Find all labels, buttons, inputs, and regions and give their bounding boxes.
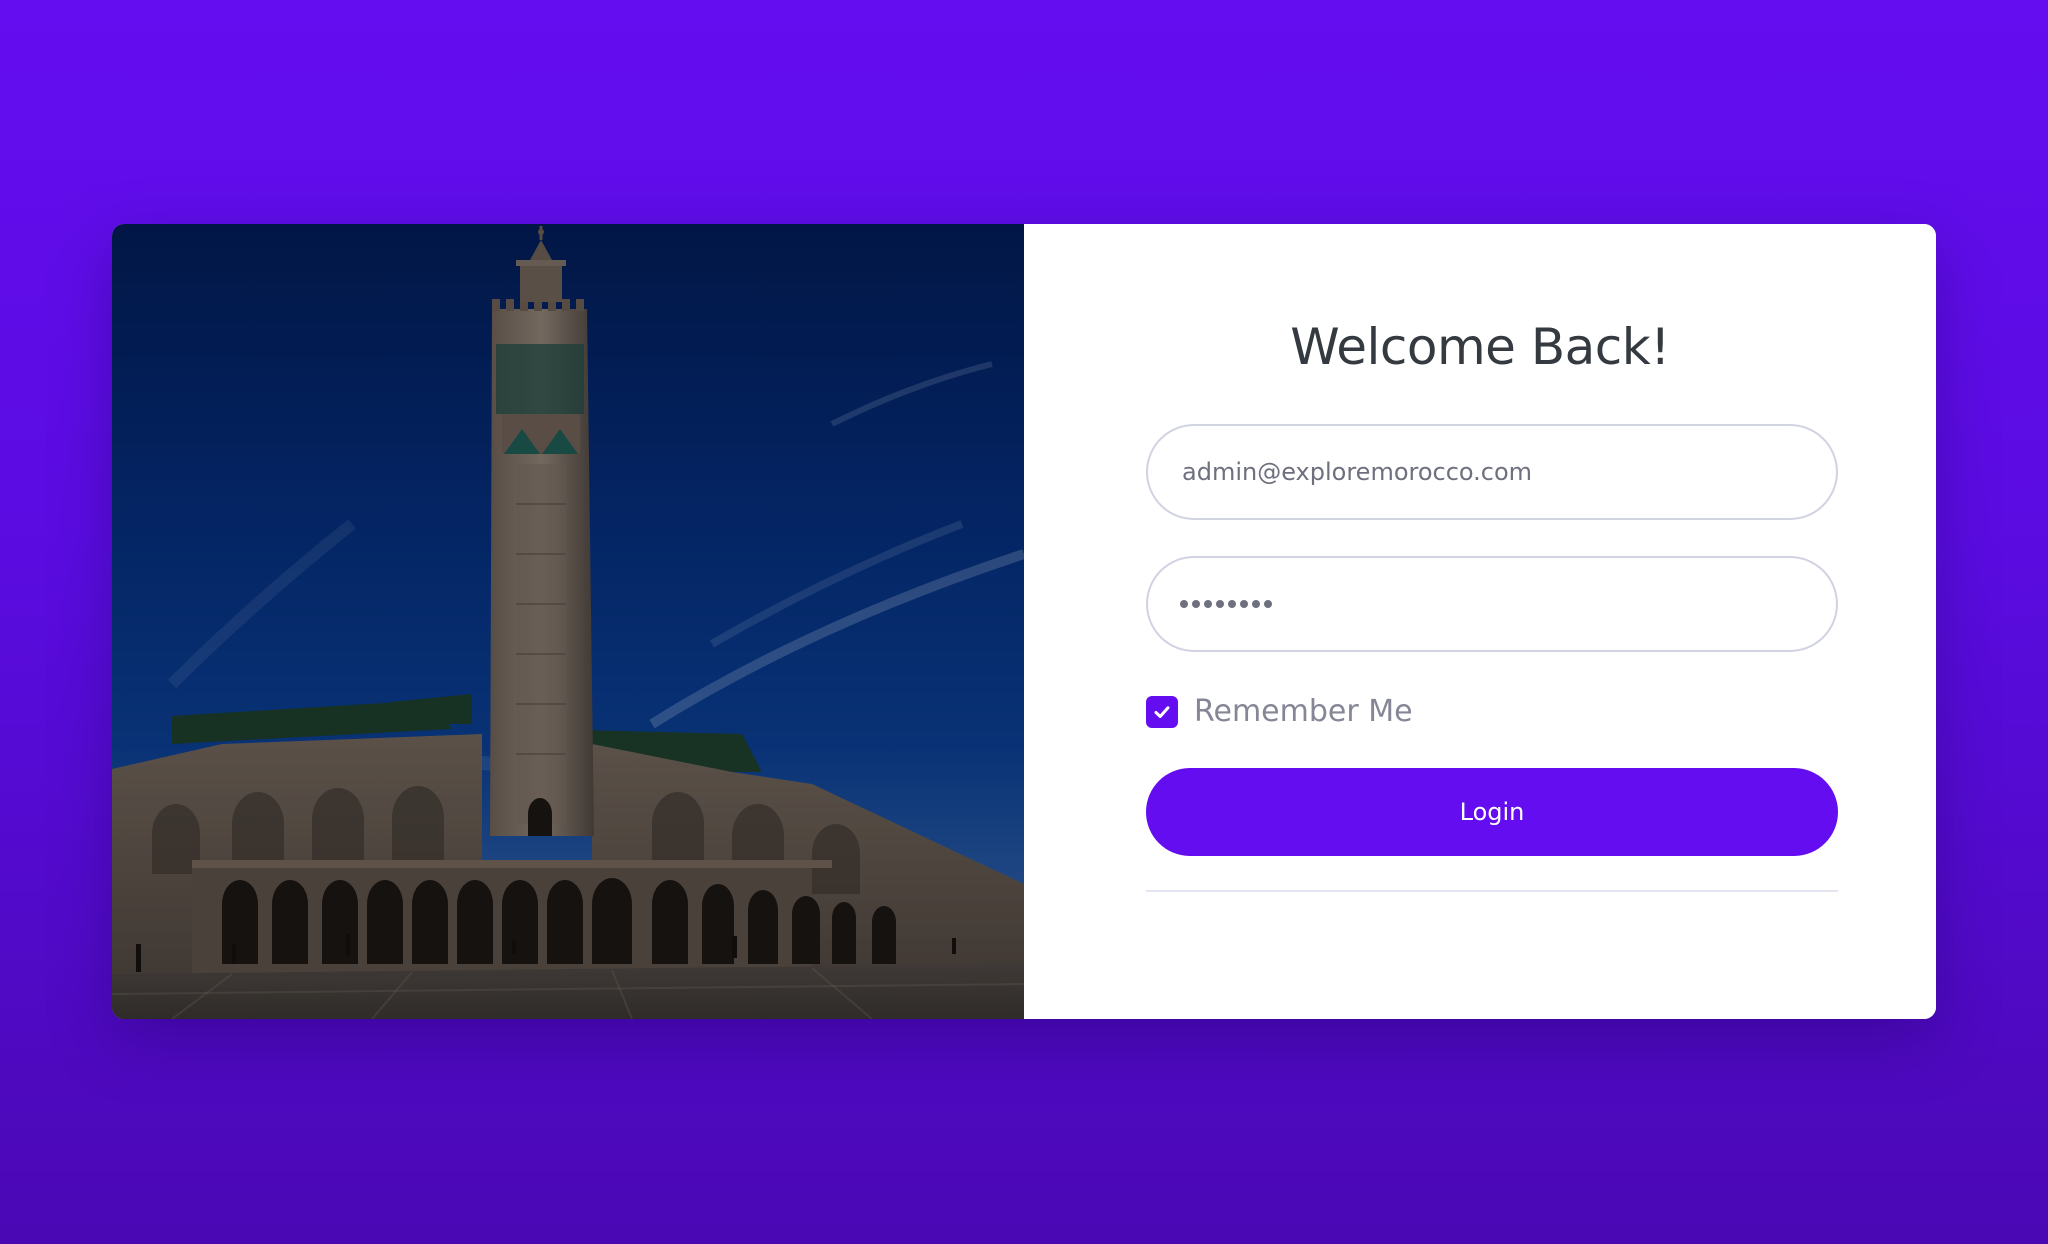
email-field-wrapper[interactable] <box>1146 424 1838 520</box>
login-card: Welcome Back! Remember Me Login <box>112 224 1936 1019</box>
mosque-photo <box>112 224 1024 1019</box>
remember-label: Remember Me <box>1194 694 1413 729</box>
check-icon <box>1154 705 1170 718</box>
remember-me[interactable]: Remember Me <box>1146 694 1413 729</box>
divider <box>1146 890 1838 892</box>
password-field[interactable] <box>1146 556 1838 652</box>
remember-checkbox[interactable] <box>1146 695 1178 728</box>
email-field[interactable] <box>1180 457 1804 487</box>
login-button[interactable]: Login <box>1146 768 1838 856</box>
mosque-illustration <box>112 224 1024 1019</box>
login-form-panel: Welcome Back! Remember Me Login <box>1024 224 1936 1019</box>
page-title: Welcome Back! <box>1290 318 1670 376</box>
password-mask <box>1180 600 1272 608</box>
